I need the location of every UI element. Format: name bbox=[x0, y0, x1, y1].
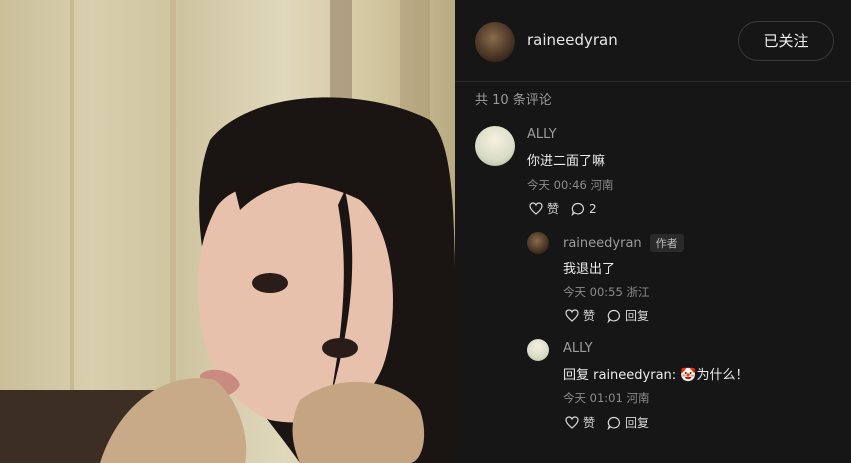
following-button[interactable]: 已关注 bbox=[738, 21, 834, 61]
commenter-avatar[interactable] bbox=[475, 126, 515, 166]
reply-avatar[interactable] bbox=[527, 232, 549, 254]
comment-text: 你进二面了嘛 bbox=[527, 154, 606, 169]
comment-meta: 今天 00:46 河南 bbox=[527, 177, 613, 193]
reply-button[interactable]: 回复 bbox=[607, 307, 649, 324]
reply-actions: 赞 回复 bbox=[565, 307, 661, 324]
comment-actions: 赞 2 bbox=[529, 200, 609, 217]
comments-panel: raineedyran 已关注 共 10 条评论 ALLY 你进二面了嘛 今天 … bbox=[455, 0, 851, 463]
heart-icon bbox=[565, 309, 579, 322]
reply-name[interactable]: raineedyran bbox=[563, 236, 642, 251]
post-photo[interactable] bbox=[0, 0, 455, 463]
reply-name[interactable]: ALLY bbox=[563, 341, 593, 356]
reply-location: 河南 bbox=[626, 391, 650, 405]
post-header: raineedyran 已关注 bbox=[455, 0, 851, 82]
comment-item: ALLY 你进二面了嘛 今天 00:46 河南 赞 2 bbox=[455, 120, 851, 220]
like-button[interactable]: 赞 bbox=[565, 414, 595, 431]
like-label: 赞 bbox=[547, 202, 560, 216]
comments-count: 共 10 条评论 bbox=[475, 93, 552, 108]
reply-time: 今天 00:55 bbox=[563, 285, 623, 299]
reply-text: 我退出了 bbox=[563, 262, 616, 277]
reply-label: 回复 bbox=[625, 416, 650, 430]
clown-emoji: 🤡 bbox=[680, 368, 697, 383]
comment-icon bbox=[571, 202, 584, 216]
reply-label: 回复 bbox=[625, 309, 650, 323]
photo-illustration bbox=[0, 0, 455, 463]
reply-suffix: 为什么！ bbox=[696, 368, 749, 383]
comment-location: 河南 bbox=[590, 178, 614, 192]
comment-icon bbox=[607, 309, 620, 323]
heart-icon bbox=[565, 416, 579, 429]
reply-count: 2 bbox=[589, 201, 597, 216]
author-username[interactable]: raineedyran bbox=[527, 31, 618, 49]
reply-count-button[interactable]: 2 bbox=[571, 202, 597, 216]
reply-item: ALLY 回复 raineedyran: 🤡为什么！ 今天 01:01 河南 赞… bbox=[455, 335, 851, 435]
like-label: 赞 bbox=[583, 416, 596, 430]
comment-icon bbox=[607, 416, 620, 430]
comment-time: 今天 00:46 bbox=[527, 178, 587, 192]
heart-icon bbox=[529, 202, 543, 215]
like-button[interactable]: 赞 bbox=[529, 200, 559, 217]
reply-location: 浙江 bbox=[626, 285, 650, 299]
reply-username: raineedyran 作者 bbox=[563, 234, 684, 252]
commenter-name[interactable]: ALLY bbox=[527, 127, 557, 142]
reply-button[interactable]: 回复 bbox=[607, 414, 649, 431]
reply-prefix: 回复 raineedyran: bbox=[563, 368, 681, 383]
reply-avatar[interactable] bbox=[527, 339, 549, 361]
reply-time: 今天 01:01 bbox=[563, 391, 623, 405]
like-button[interactable]: 赞 bbox=[565, 307, 595, 324]
author-avatar[interactable] bbox=[475, 22, 515, 62]
reply-meta: 今天 00:55 浙江 bbox=[563, 284, 649, 300]
reply-meta: 今天 01:01 河南 bbox=[563, 390, 649, 406]
reply-text: 回复 raineedyran: 🤡为什么！ bbox=[563, 364, 749, 383]
like-label: 赞 bbox=[583, 309, 596, 323]
reply-item: raineedyran 作者 我退出了 今天 00:55 浙江 赞 回复 bbox=[455, 228, 851, 328]
author-badge: 作者 bbox=[649, 234, 684, 252]
reply-actions: 赞 回复 bbox=[565, 414, 661, 431]
